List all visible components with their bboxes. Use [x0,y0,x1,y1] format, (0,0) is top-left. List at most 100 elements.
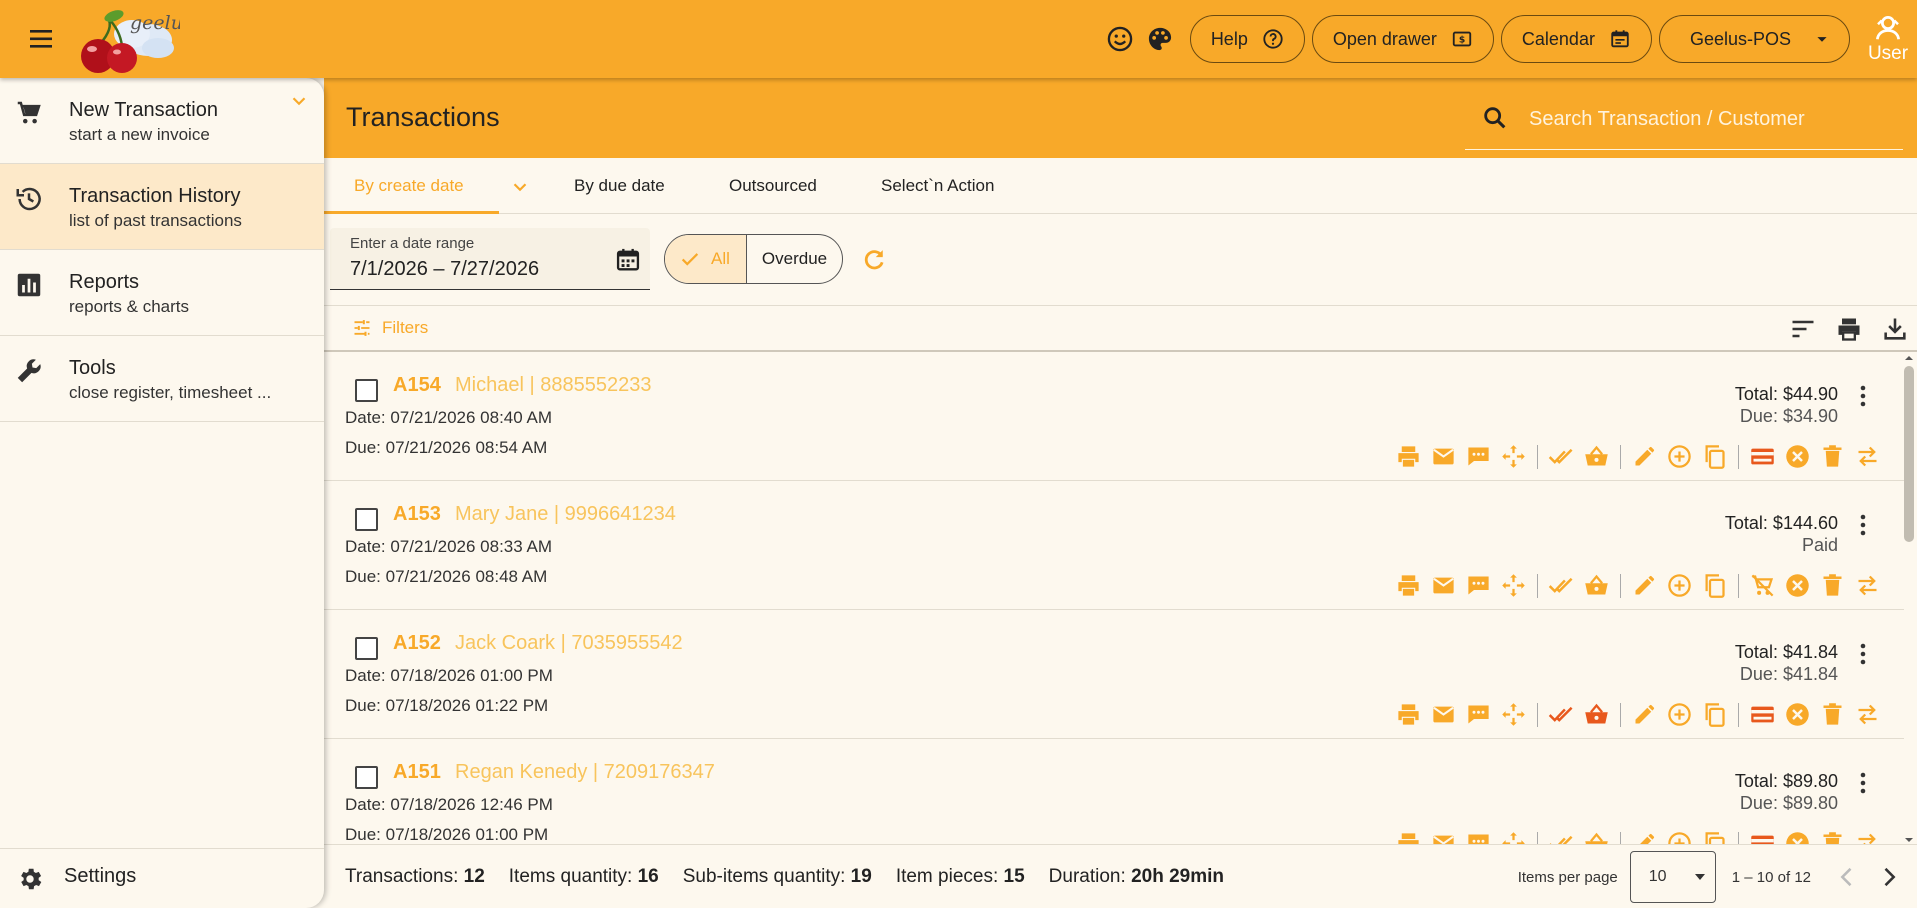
double-check-icon[interactable] [1548,443,1575,470]
emoji-smile-icon[interactable] [1106,25,1134,53]
sidebar-item-reports[interactable]: Reports reports & charts [0,250,324,336]
sidebar-item-tools[interactable]: Tools close register, timesheet ... [0,336,324,422]
select-checkbox[interactable] [355,508,378,531]
move-icon[interactable] [1500,701,1527,728]
more-vert-icon[interactable] [1858,642,1868,666]
next-page-icon[interactable] [1875,863,1903,891]
status-toggle-group: All Overdue [664,234,844,284]
email-icon[interactable] [1430,572,1457,599]
tab-select-n-action[interactable]: Select`n Action [881,158,994,214]
cancel-icon[interactable] [1784,701,1811,728]
open-drawer-button[interactable]: Open drawer $ [1311,15,1494,63]
copy-icon[interactable] [1701,572,1728,599]
search-input[interactable] [1529,102,1889,136]
swap-icon[interactable] [1854,443,1881,470]
tab-by-due-date[interactable]: By due date [574,158,665,214]
email-icon[interactable] [1430,701,1457,728]
customer-link[interactable]: Regan Kenedy | 7209176347 [455,761,715,784]
customer-link[interactable]: Jack Coark | 7035955542 [455,632,683,655]
help-button[interactable]: Help [1189,15,1305,63]
transaction-row[interactable]: A154 Michael | 8885552233 Date: 07/21/2026… [324,352,1904,481]
move-icon[interactable] [1500,443,1527,470]
transaction-id[interactable]: A151 [393,761,441,784]
cancel-icon[interactable] [1784,443,1811,470]
sms-icon[interactable] [1465,701,1492,728]
more-vert-icon[interactable] [1858,771,1868,795]
more-vert-icon[interactable] [1858,384,1868,408]
trash-icon[interactable] [1819,443,1846,470]
transaction-id[interactable]: A153 [393,503,441,526]
palette-icon[interactable] [1146,25,1174,53]
print-icon[interactable] [1395,443,1422,470]
copy-icon[interactable] [1701,701,1728,728]
edit-icon[interactable] [1631,443,1658,470]
date-range-field[interactable]: Enter a date range 7/1/2026 – 7/27/2026 [330,228,650,290]
items-per-page-select[interactable]: 10 [1629,851,1716,903]
select-checkbox[interactable] [355,766,378,789]
sort-icon[interactable] [1789,315,1817,343]
swap-icon[interactable] [1854,572,1881,599]
list-scrollbar[interactable] [1903,352,1915,846]
double-check-icon[interactable] [1548,572,1575,599]
copy-icon[interactable] [1701,443,1728,470]
chevron-down-icon[interactable] [288,90,310,112]
sms-icon[interactable] [1465,572,1492,599]
sidebar-item-new-transaction[interactable]: New Transaction start a new invoice [0,78,324,164]
transaction-due-date: Due: 07/21/2026 08:54 AM [345,438,548,457]
transaction-id[interactable]: A152 [393,632,441,655]
edit-icon[interactable] [1631,701,1658,728]
scrollbar-thumb[interactable] [1904,366,1914,542]
credit-card-icon[interactable] [1749,443,1776,470]
sidebar-item-transaction-history[interactable]: Transaction History list of past transac… [0,164,324,250]
transaction-id[interactable]: A154 [393,374,441,397]
tab-by-create-date[interactable]: By create date [324,158,499,214]
sidebar-item-title: New Transaction [69,99,218,121]
print-icon[interactable] [1395,572,1422,599]
basket-icon[interactable] [1583,701,1610,728]
more-vert-icon[interactable] [1858,513,1868,537]
credit-card-icon[interactable] [1749,701,1776,728]
filters-button[interactable]: Filters [352,318,428,338]
search-icon[interactable] [1481,104,1509,132]
refresh-icon[interactable] [860,246,888,274]
email-icon[interactable] [1430,443,1457,470]
download-icon[interactable] [1881,315,1909,343]
calendar-icon[interactable] [614,246,642,274]
swap-icon[interactable] [1854,701,1881,728]
add-circle-icon[interactable] [1666,443,1693,470]
move-icon[interactable] [1500,572,1527,599]
transaction-row[interactable]: A152 Jack Coark | 7035955542 Date: 07/18/2… [324,610,1904,739]
cancel-icon[interactable] [1784,572,1811,599]
select-checkbox[interactable] [355,637,378,660]
sidebar-item-title: Reports [69,271,140,293]
logo-text: geelus [130,12,180,34]
basket-icon[interactable] [1583,572,1610,599]
hamburger-menu-icon[interactable] [26,24,58,54]
sidebar-item-settings[interactable]: Settings [0,848,324,908]
user-menu[interactable]: User [1865,13,1911,65]
trash-icon[interactable] [1819,701,1846,728]
customer-link[interactable]: Michael | 8885552233 [455,374,651,397]
store-selector[interactable]: Geelus-POS [1658,15,1850,63]
transaction-row[interactable]: A151 Regan Kenedy | 7209176347 Date: 07/18… [324,739,1904,846]
add-circle-icon[interactable] [1666,572,1693,599]
edit-icon[interactable] [1631,572,1658,599]
double-check-icon[interactable] [1548,701,1575,728]
previous-page-icon[interactable] [1833,863,1861,891]
trash-icon[interactable] [1819,572,1846,599]
tab-outsourced[interactable]: Outsourced [729,158,817,214]
filter-all-toggle[interactable]: All [665,235,747,283]
transaction-row[interactable]: A153 Mary Jane | 9996641234 Date: 07/21/20… [324,481,1904,610]
print-icon[interactable] [1395,701,1422,728]
add-circle-icon[interactable] [1666,701,1693,728]
calendar-button[interactable]: Calendar [1500,15,1652,63]
chevron-down-icon[interactable] [509,176,531,198]
sms-icon[interactable] [1465,443,1492,470]
basket-icon[interactable] [1583,443,1610,470]
customer-link[interactable]: Mary Jane | 9996641234 [455,503,676,526]
filter-overdue-toggle[interactable]: Overdue [747,235,842,283]
scroll-up-icon[interactable] [1903,352,1915,364]
remove-cart-icon[interactable] [1749,572,1776,599]
select-checkbox[interactable] [355,379,378,402]
print-icon[interactable] [1835,315,1863,343]
